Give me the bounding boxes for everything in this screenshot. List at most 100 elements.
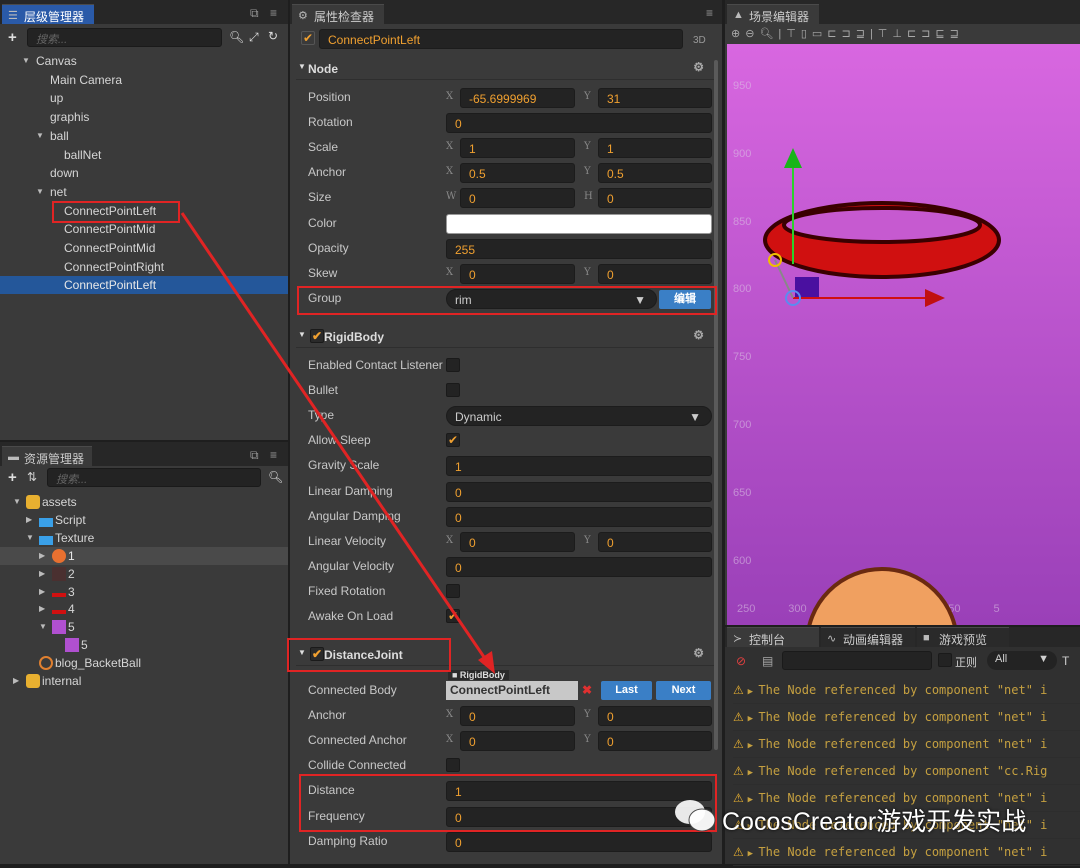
console-message[interactable]: ⚠ ▶ The Node referenced by component "cc… xyxy=(733,758,1080,785)
console-message[interactable]: ⚠ ▶ The Node referenced by component "ne… xyxy=(733,839,1080,866)
anchor-y-input[interactable]: 0.5 xyxy=(598,163,712,184)
expand-arrow-icon[interactable]: ▶ xyxy=(39,600,45,618)
popout-icon[interactable]: ⧉ xyxy=(250,448,259,463)
expand-arrow-icon[interactable]: ▶ xyxy=(748,714,759,724)
position-y-input[interactable]: 31 xyxy=(598,88,712,108)
edit-group-button[interactable]: 编辑 xyxy=(659,289,711,309)
expand-arrow-icon[interactable]: ▶ xyxy=(39,565,45,583)
level-select[interactable]: All ▼ xyxy=(987,651,1057,670)
search-icon[interactable]: 🔍︎ xyxy=(268,470,283,484)
asset-item[interactable]: ▶ 1 xyxy=(0,546,288,565)
add-node-icon[interactable]: + xyxy=(8,29,17,46)
section-rigidbody[interactable]: ▼ ✔ RigidBody ⚙ xyxy=(296,324,714,348)
collapse-arrow-icon[interactable]: ▼ xyxy=(298,62,306,71)
font-size-icon[interactable]: T xyxy=(1062,654,1069,668)
tree-node[interactable]: ConnectPointRight xyxy=(0,258,288,276)
angular-velocity-input[interactable]: 0 xyxy=(446,556,712,577)
anchor-y-input[interactable]: 0 xyxy=(598,706,712,727)
tree-node[interactable]: ▼ ball xyxy=(0,127,288,145)
section-enabled-checkbox[interactable]: ✔ xyxy=(310,329,324,343)
zoom-in-icon[interactable]: ⊕ xyxy=(731,28,745,40)
log-file-icon[interactable]: ▤ xyxy=(762,654,773,668)
asset-item[interactable]: ▶ 2 xyxy=(0,565,288,583)
connected-anchor-x-input[interactable]: 0 xyxy=(460,731,575,752)
asset-item[interactable]: ▶ Script xyxy=(0,511,288,529)
next-button[interactable]: Next xyxy=(656,681,711,700)
tab-scene[interactable]: ▲ 场景编辑器 xyxy=(727,4,819,24)
tree-node[interactable]: Main Camera xyxy=(0,71,288,89)
tree-node[interactable]: ballNet xyxy=(0,146,288,164)
section-distancejoint[interactable]: ▼ ✔ DistanceJoint ⚙ xyxy=(296,642,714,666)
expand-arrow-icon[interactable]: ▶ xyxy=(26,511,32,529)
regex-checkbox[interactable] xyxy=(938,653,952,667)
collapse-arrow-icon[interactable]: ▼ xyxy=(298,648,306,657)
angular-damping-input[interactable]: 0 xyxy=(446,506,712,527)
clear-icon[interactable]: ⊘ xyxy=(736,654,746,668)
damping-ratio-input[interactable]: 0 xyxy=(446,831,712,852)
popout-icon[interactable]: ⧉ xyxy=(250,6,259,21)
console-message[interactable]: ⚠ ▶ The Node referenced by component "ne… xyxy=(733,731,1080,758)
asset-item[interactable]: ▶ 3 xyxy=(0,583,288,601)
scrollbar[interactable] xyxy=(714,60,718,750)
last-button[interactable]: Last xyxy=(601,681,652,700)
bullet-checkbox[interactable] xyxy=(446,383,460,398)
tab-hierarchy[interactable]: ☰ 层级管理器 xyxy=(2,4,94,24)
connected-anchor-y-input[interactable]: 0 xyxy=(598,731,712,752)
size-y-input[interactable]: 0 xyxy=(598,188,712,209)
asset-item[interactable]: ▶ 4 xyxy=(0,600,288,618)
expand-arrow-icon[interactable]: ▶ xyxy=(748,768,759,778)
menu-icon[interactable]: ≡ xyxy=(270,448,277,462)
expand-arrow-icon[interactable]: ▶ xyxy=(748,687,759,697)
tree-node[interactable]: ▼ Canvas xyxy=(0,52,288,70)
asset-item[interactable]: ▼ Texture xyxy=(0,529,288,547)
expand-arrow-icon[interactable]: ▶ xyxy=(13,672,19,690)
expand-arrow-icon[interactable]: ▼ xyxy=(26,529,34,547)
tree-node[interactable]: ▼ net xyxy=(0,183,288,201)
asset-item[interactable]: ▶ internal xyxy=(0,672,288,690)
search-icon[interactable]: 🔍︎ xyxy=(229,30,244,44)
skew-x-input[interactable]: 0 xyxy=(460,263,575,284)
node-active-checkbox[interactable]: ✔ xyxy=(301,31,315,45)
tab-inspector[interactable]: ⚙ 属性检查器 xyxy=(292,4,384,24)
zoom-out-icon[interactable]: ⊖ xyxy=(745,28,759,40)
expand-arrow-icon[interactable]: ▼ xyxy=(13,493,21,511)
tree-node[interactable]: graphis xyxy=(0,108,288,126)
allow-sleep-checkbox[interactable]: ✔ xyxy=(446,433,460,448)
assets-search-input[interactable]: 搜索... xyxy=(47,468,261,487)
align-icons[interactable]: ⊤▯▭⊏⊐⊒|⊤⊥⊏⊐⊑⊒ xyxy=(786,28,964,40)
scene-viewport[interactable]: 9509008508007507006506002503003504004505 xyxy=(727,44,1080,625)
anchor-x-input[interactable]: 0.5 xyxy=(460,163,575,184)
collapse-arrow-icon[interactable]: ▼ xyxy=(298,330,306,339)
gear-icon[interactable]: ⚙ xyxy=(693,328,704,342)
expand-arrow-icon[interactable]: ▶ xyxy=(748,741,759,751)
gear-icon[interactable]: ⚙ xyxy=(693,646,704,660)
position-x-input[interactable]: -65.6999969 xyxy=(460,88,575,108)
menu-icon[interactable]: ≡ xyxy=(270,6,277,20)
node-name-input[interactable]: ConnectPointLeft xyxy=(319,29,683,49)
color-picker[interactable] xyxy=(446,213,712,234)
tab-assets[interactable]: ▬ 资源管理器 xyxy=(2,446,92,466)
tree-node[interactable]: ConnectPointMid xyxy=(0,220,288,238)
collide-connected-checkbox[interactable] xyxy=(446,758,460,773)
zoom-reset-icon[interactable]: 🔍︎ xyxy=(759,28,778,40)
section-enabled-checkbox[interactable]: ✔ xyxy=(310,647,324,661)
type-select[interactable]: Dynamic ▼ xyxy=(446,406,712,427)
tab-console[interactable]: ≻ 控制台 xyxy=(727,627,819,647)
rotation-input[interactable]: 0 xyxy=(446,113,712,134)
tab-game-preview[interactable]: ■ 游戏预览 xyxy=(917,627,1009,647)
tree-node[interactable]: ConnectPointLeft xyxy=(0,276,288,295)
add-asset-icon[interactable]: + xyxy=(8,469,17,486)
menu-icon[interactable]: ≡ xyxy=(706,6,713,20)
asset-item[interactable]: blog_BacketBall xyxy=(0,654,288,672)
tree-node[interactable]: up xyxy=(0,89,288,107)
hierarchy-search-input[interactable]: 搜索... xyxy=(27,28,222,47)
group-select[interactable]: rim ▼ xyxy=(446,288,657,309)
tree-node[interactable]: ConnectPointLeft xyxy=(0,202,288,220)
linear-damping-input[interactable]: 0 xyxy=(446,481,712,502)
expand-arrow-icon[interactable]: ▼ xyxy=(36,127,44,145)
sort-icon[interactable]: ⇅ xyxy=(27,470,37,484)
console-filter-input[interactable] xyxy=(782,651,932,670)
tree-node[interactable]: down xyxy=(0,164,288,182)
asset-item[interactable]: ▼ 5 xyxy=(0,618,288,636)
scale-y-input[interactable]: 1 xyxy=(598,138,712,159)
